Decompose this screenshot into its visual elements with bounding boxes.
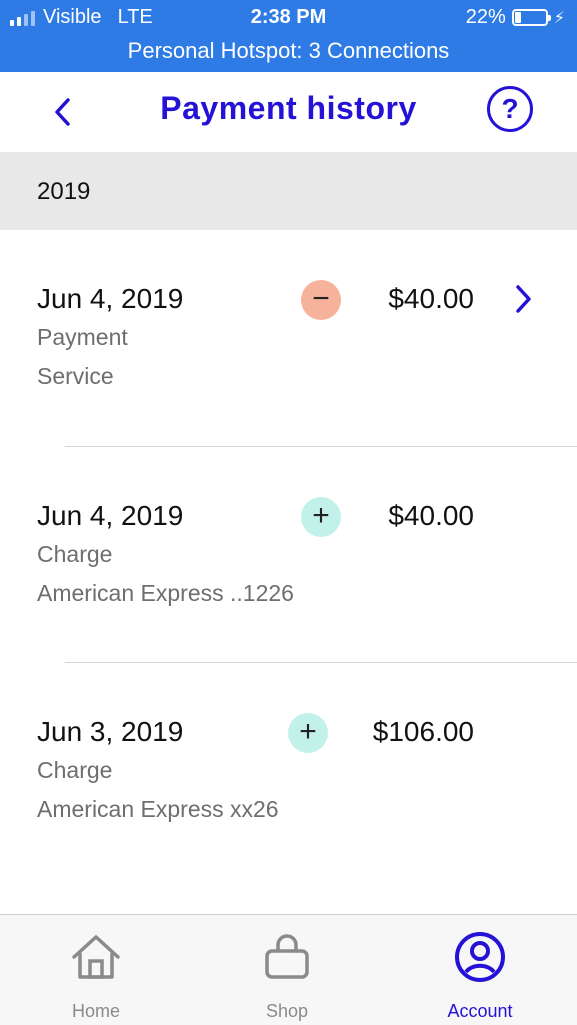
help-button[interactable]: ? — [487, 86, 533, 132]
row-divider — [65, 446, 577, 447]
transaction-detail: American Express ..1226 — [37, 580, 294, 606]
transaction-date: Jun 4, 2019 — [37, 500, 184, 531]
tab-account-label: Account — [447, 1001, 513, 1021]
status-bar: Visible LTE 2:38 PM 22% ⚡︎ Personal Hots… — [0, 0, 577, 72]
transaction-type: Charge — [37, 757, 113, 783]
chevron-right-icon[interactable] — [510, 281, 538, 317]
transaction-type: Payment — [37, 324, 128, 350]
nav-bar: Payment history ? — [0, 72, 577, 152]
help-icon: ? — [501, 93, 519, 124]
transaction-date: Jun 3, 2019 — [37, 716, 184, 747]
transaction-type: Charge — [37, 541, 113, 567]
transaction-date: Jun 4, 2019 — [37, 283, 184, 314]
transaction-amount: $106.00 — [372, 716, 474, 747]
shopping-bag-icon — [265, 934, 309, 979]
tab-home-label: Home — [71, 1001, 120, 1021]
row-divider — [65, 662, 577, 663]
tab-shop[interactable]: Shop — [217, 915, 357, 1025]
tab-account[interactable]: Account — [410, 915, 550, 1025]
transaction-row[interactable]: Jun 4, 2019 Charge American Express ..12… — [0, 497, 577, 716]
account-icon — [455, 932, 505, 982]
transaction-amount: $40.00 — [388, 283, 474, 314]
battery-icon — [511, 9, 551, 26]
plus-icon: + — [288, 713, 328, 753]
transaction-amount: $40.00 — [388, 500, 474, 531]
transaction-detail: Service — [37, 363, 114, 389]
transaction-detail: American Express xx26 — [37, 796, 279, 822]
minus-icon: − — [301, 280, 341, 320]
hotspot-banner[interactable]: Personal Hotspot: 3 Connections — [0, 38, 577, 64]
charging-icon: ⚡︎ — [553, 9, 565, 27]
year-section-header: 2019 — [0, 152, 577, 230]
year-label: 2019 — [37, 178, 91, 205]
tab-home[interactable]: Home — [26, 915, 166, 1025]
battery-percent: 22% — [465, 6, 506, 28]
home-icon — [72, 935, 120, 979]
tab-shop-label: Shop — [265, 1001, 309, 1021]
tab-bar: Home Shop Account — [0, 914, 577, 1025]
plus-icon: + — [301, 497, 341, 537]
transaction-row[interactable]: Jun 3, 2019 Charge American Express xx26… — [0, 713, 577, 932]
transaction-row[interactable]: Jun 4, 2019 Payment Service − $40.00 — [0, 280, 577, 499]
